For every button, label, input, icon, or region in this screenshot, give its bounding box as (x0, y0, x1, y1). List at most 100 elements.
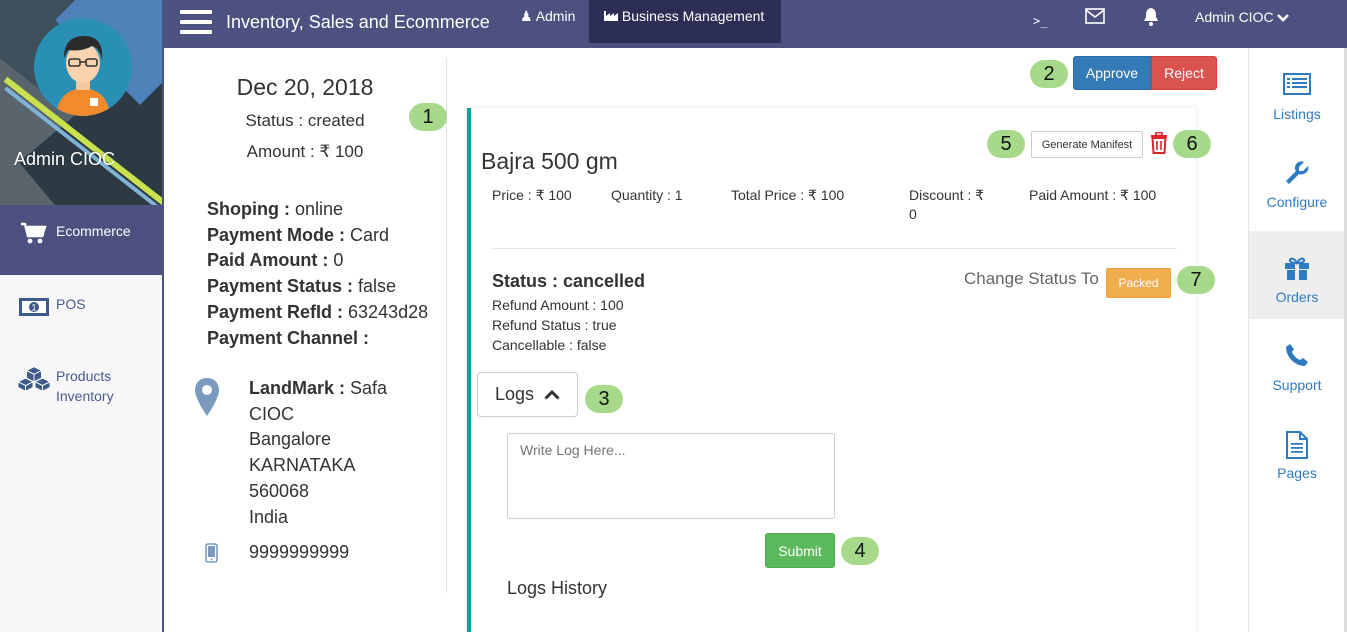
shipping-address: LandMark : Safa CIOC Bangalore KARNATAKA… (249, 376, 387, 530)
annotation-badge: 3 (585, 385, 623, 413)
sidebar-item-products-inventory[interactable]: Products Inventory (0, 350, 162, 420)
app-title: Inventory, Sales and Ecommerce (226, 12, 490, 32)
detail-value: online (289, 199, 344, 219)
detail-key: Shoping : (207, 199, 290, 219)
item-discount-label: Discount : ₹ (909, 187, 985, 203)
detail-value: false (353, 276, 397, 296)
document-icon (1249, 431, 1345, 459)
gift-icon (1249, 255, 1345, 283)
annotation-badge: 2 (1030, 60, 1068, 88)
wrench-icon (1249, 160, 1345, 188)
order-info-panel: Dec 20, 2018 Status : created Amount : ₹… (180, 58, 447, 593)
right-nav-support[interactable]: Support (1249, 319, 1345, 407)
right-nav-orders[interactable]: Orders (1249, 231, 1345, 319)
annotation-badge: 7 (1177, 266, 1215, 294)
left-sidebar: Admin CIOC Ecommerce 1 POS Products Inve… (0, 0, 164, 632)
generate-manifest-button[interactable]: Generate Manifest (1031, 131, 1143, 158)
detail-shopping: Shoping : online (207, 199, 343, 220)
refund-amount: Refund Amount : 100 (492, 297, 624, 313)
sidebar-item-label: Products Inventory (56, 368, 114, 404)
refund-status: Refund Status : true (492, 317, 617, 333)
bell-icon[interactable] (1142, 7, 1160, 30)
detail-key: Payment Channel : (207, 328, 370, 348)
detail-value: 63243d28 (343, 302, 429, 322)
address-landmark-value: Safa (345, 378, 388, 398)
item-discount-value: 0 (909, 206, 917, 222)
address-line1: CIOC (249, 403, 294, 424)
nav-business-label: Business Management (621, 8, 765, 24)
detail-payment-channel: Payment Channel : (207, 328, 369, 349)
logs-history-heading: Logs History (507, 578, 608, 598)
order-status: Status : created (245, 111, 365, 130)
cubes-icon (18, 366, 50, 392)
product-title: Bajra 500 gm (481, 148, 618, 174)
detail-value: Card (345, 225, 390, 245)
item-quantity: Quantity : 1 (611, 187, 683, 203)
chevron-up-icon (544, 384, 560, 405)
detail-key: Payment RefId : (207, 302, 344, 322)
profile-name: Admin CIOC (14, 149, 116, 169)
sidebar-item-label: Ecommerce (56, 223, 131, 239)
trash-icon[interactable] (1149, 131, 1169, 159)
address-state: KARNATAKA (249, 455, 356, 476)
order-amount: Amount : ₹ 100 (246, 142, 364, 161)
approve-button[interactable]: Approve (1073, 56, 1151, 90)
detail-key: Payment Status : (207, 276, 354, 296)
chevron-down-icon (1277, 9, 1290, 25)
right-sidebar: Listings Configure Orders Support Pages (1248, 48, 1345, 632)
logs-toggle-button[interactable]: Logs (477, 372, 578, 417)
right-nav-label: Listings (1273, 106, 1321, 122)
address-city: Bangalore (249, 429, 332, 450)
annotation-badge: 5 (987, 130, 1025, 158)
detail-key: Paid Amount : (207, 250, 329, 270)
address-landmark-key: LandMark : (249, 378, 346, 398)
sidebar-item-pos[interactable]: 1 POS (0, 278, 162, 348)
item-status: Status : cancelled (492, 271, 646, 291)
right-nav-configure[interactable]: Configure (1249, 136, 1345, 224)
item-total-price: Total Price : ₹ 100 (731, 187, 845, 203)
item-paid-amount: Paid Amount : ₹ 100 (1029, 187, 1157, 203)
right-nav-listings[interactable]: Listings (1249, 48, 1345, 136)
right-nav-label: Support (1272, 377, 1322, 393)
cash-icon: 1 (18, 294, 50, 320)
cart-icon (18, 221, 50, 247)
address-pincode: 560068 (249, 480, 310, 501)
detail-value: 0 (328, 250, 344, 270)
detail-payment-mode: Payment Mode : Card (207, 225, 389, 246)
right-nav-pages[interactable]: Pages (1249, 407, 1345, 495)
phone-number: 9999999999 (249, 542, 350, 562)
log-input[interactable] (507, 433, 835, 519)
item-price: Price : ₹ 100 (492, 187, 572, 203)
submit-log-button[interactable]: Submit (765, 533, 835, 568)
address-country: India (249, 506, 289, 527)
terminal-icon[interactable]: >_ (1033, 14, 1047, 28)
listings-icon (1249, 72, 1345, 100)
menu-icon[interactable] (180, 7, 212, 35)
topbar: Inventory, Sales and Ecommerce ♟ Admin B… (164, 0, 1347, 48)
nav-business-management[interactable]: Business Management (589, 0, 781, 43)
detail-paid-amount: Paid Amount : 0 (207, 250, 343, 271)
mail-icon[interactable] (1085, 8, 1105, 27)
item-discount: Discount : ₹ 0 (909, 187, 984, 222)
avatar[interactable] (34, 18, 132, 116)
detail-payment-status: Payment Status : false (207, 276, 396, 297)
right-nav-label: Pages (1277, 465, 1317, 481)
sidebar-item-ecommerce[interactable]: Ecommerce (0, 205, 162, 275)
mobile-icon (205, 543, 218, 568)
divider (492, 248, 1177, 249)
reject-button[interactable]: Reject (1151, 56, 1217, 90)
packed-status-button[interactable]: Packed (1106, 268, 1171, 298)
location-pin-icon (195, 378, 219, 421)
factory-icon (604, 8, 622, 24)
user-menu[interactable]: Admin CIOC (1195, 9, 1290, 25)
cancellable: Cancellable : false (492, 337, 607, 353)
detail-key: Payment Mode : (207, 225, 346, 245)
nav-admin[interactable]: ♟ Admin (520, 8, 575, 25)
annotation-badge: 6 (1173, 130, 1211, 158)
user-icon: ♟ (520, 8, 533, 24)
sidebar-item-label: POS (56, 296, 86, 312)
right-nav-label: Orders (1275, 289, 1319, 305)
order-date: Dec 20, 2018 (236, 74, 374, 100)
annotation-badge: 4 (841, 537, 879, 565)
logs-toggle-label: Logs (494, 384, 535, 404)
